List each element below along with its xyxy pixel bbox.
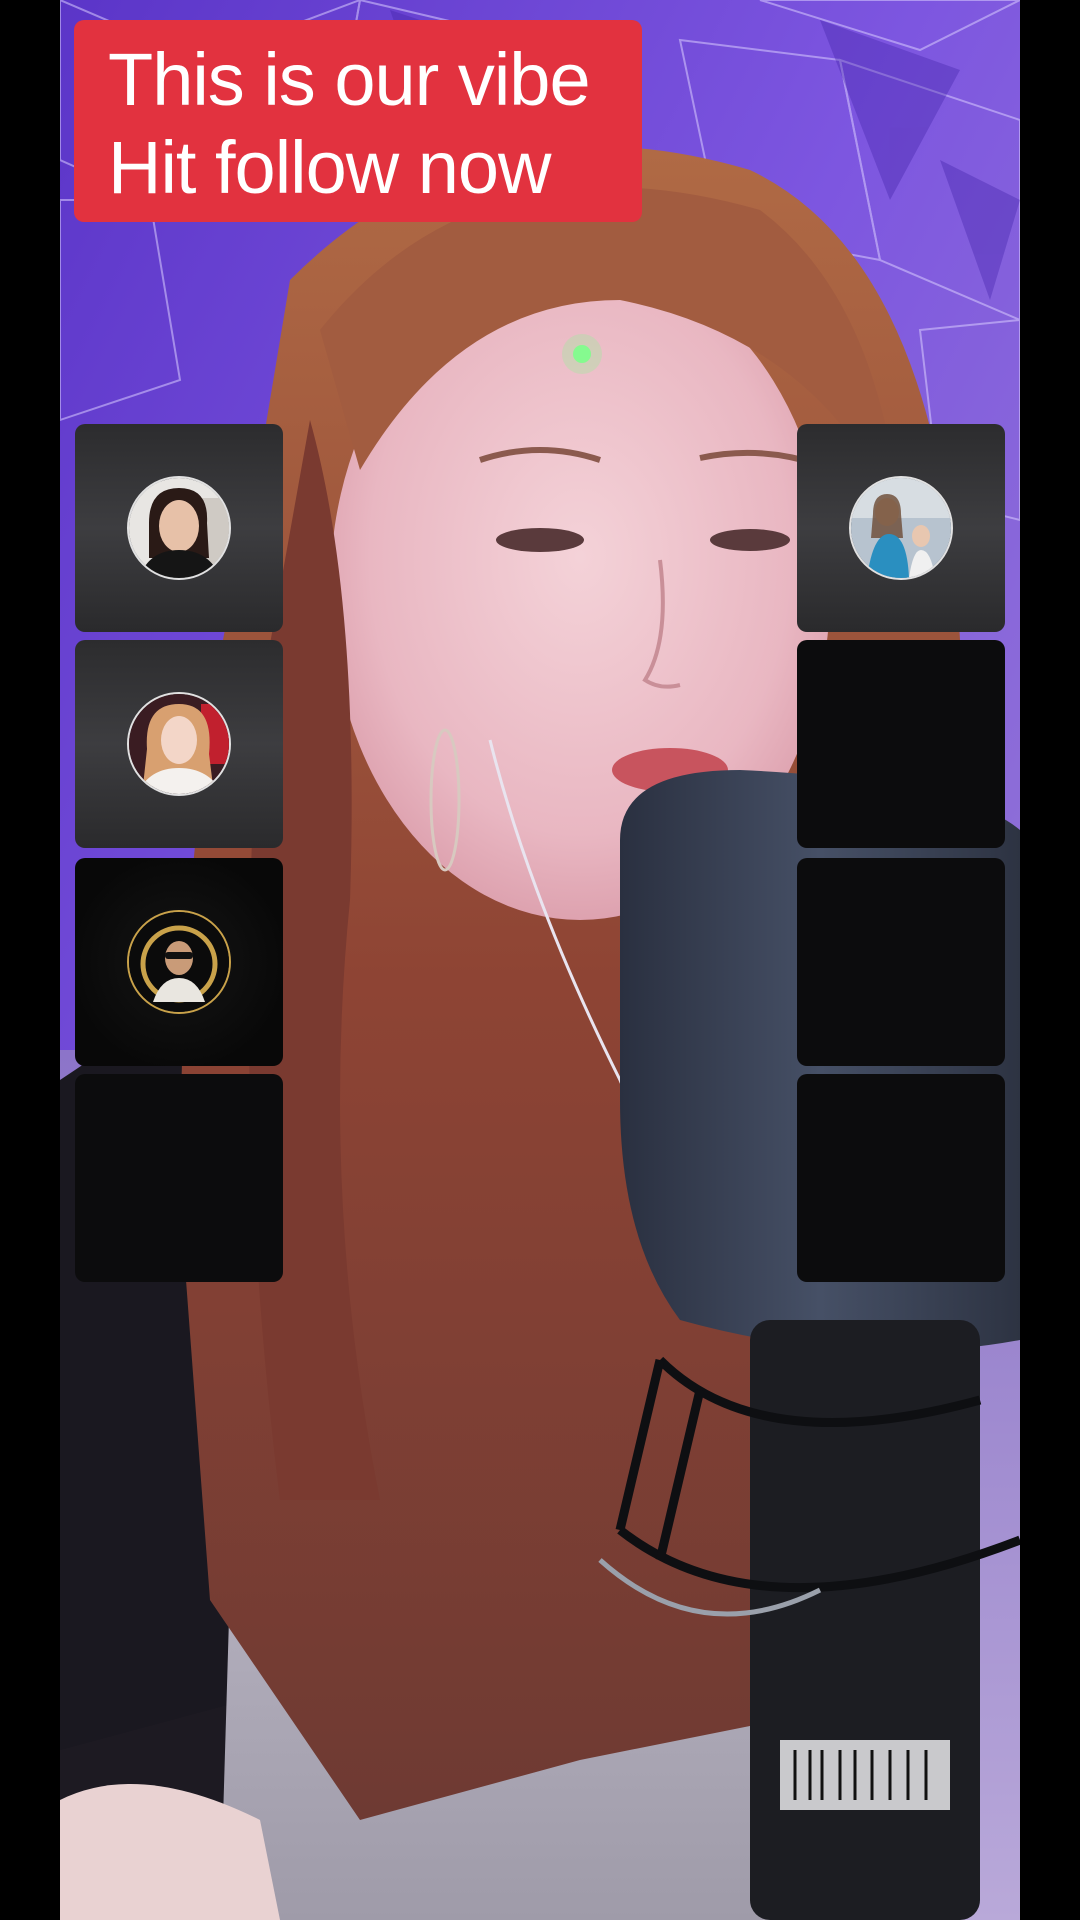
guest-avatar-two-women [849,476,953,580]
guest-seat-left-4[interactable] [75,1074,283,1282]
guest-avatar-woman-dark-hair [127,476,231,580]
guest-seat-right-3[interactable] [797,858,1005,1066]
live-stream-screen: This is our vibe Hit follow now [0,0,1080,1920]
guest-seat-left-3[interactable] [75,858,283,1066]
caption-banner: This is our vibe Hit follow now [74,20,642,222]
guest-avatar-gold-frame-logo [127,910,231,1014]
guest-seat-right-2[interactable] [797,640,1005,848]
guest-seat-left-1[interactable] [75,424,283,632]
guest-avatar-woman-light-hair [127,692,231,796]
caption-line-2: Hit follow now [108,126,552,209]
caption-line-1: This is our vibe [108,38,591,121]
guest-seat-right-4[interactable] [797,1074,1005,1282]
guest-seat-left-2[interactable] [75,640,283,848]
guest-seat-right-1[interactable] [797,424,1005,632]
